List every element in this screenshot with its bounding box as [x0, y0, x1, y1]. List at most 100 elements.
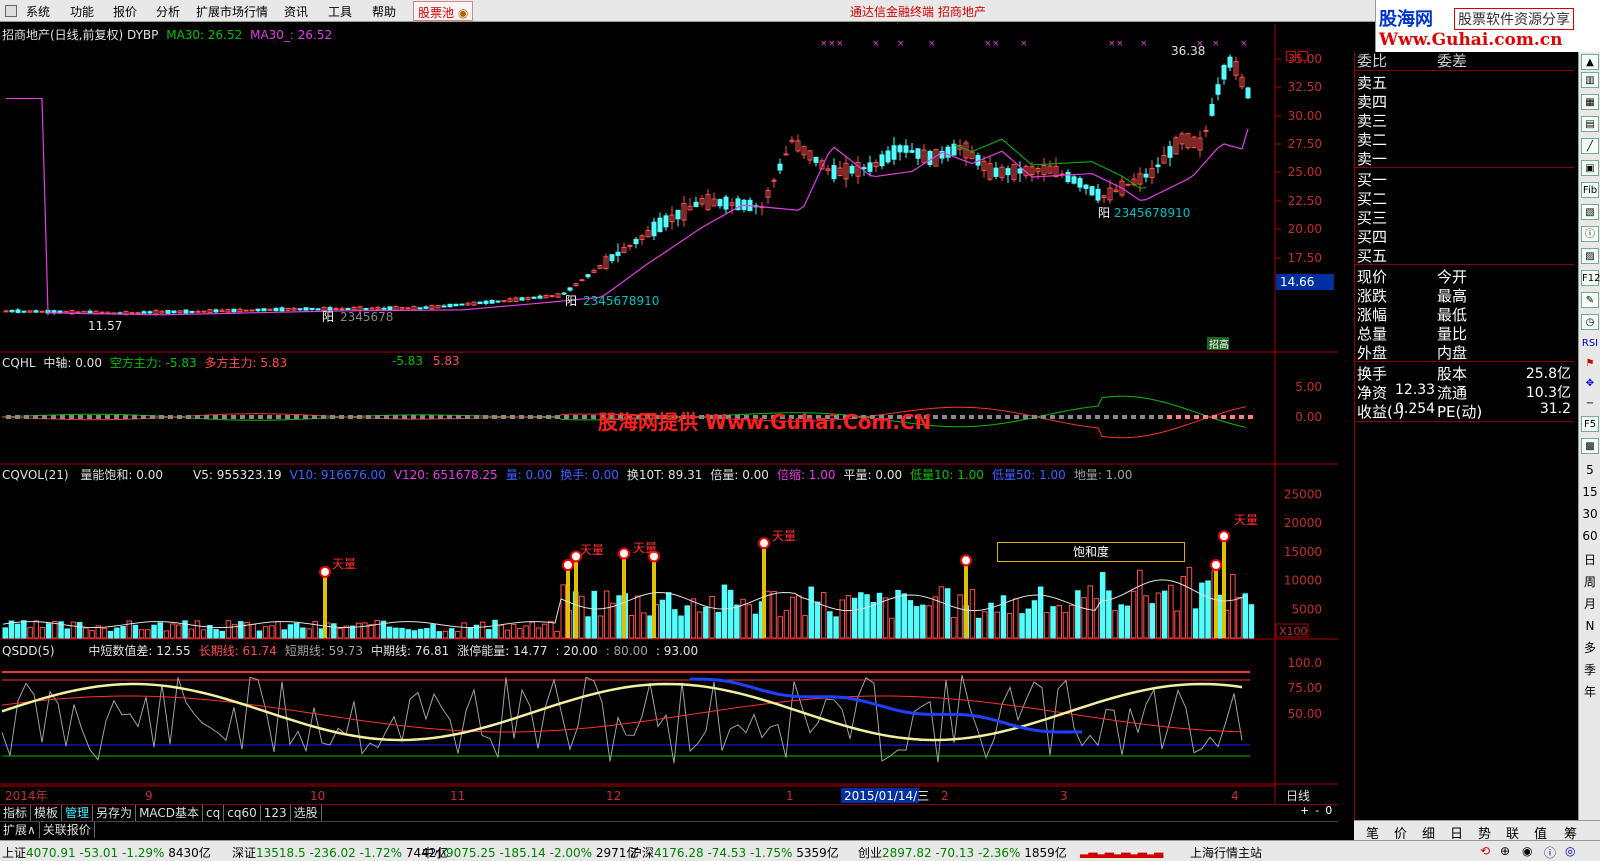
tab-extend[interactable]: 扩展∧ [0, 822, 40, 838]
tab-select-stock[interactable]: 选股 [291, 805, 322, 821]
sell-2: 卖二 [1357, 131, 1388, 149]
tool-zoomout-icon[interactable]: − [1581, 396, 1599, 412]
tool-info-icon[interactable]: ⓘ [1581, 226, 1599, 242]
tool-move-icon[interactable]: ✥ [1581, 376, 1599, 392]
menu-system[interactable]: 系统 [26, 3, 50, 20]
cqhl-bar [384, 415, 389, 419]
volume-marker [618, 547, 630, 560]
period-30min[interactable]: 30 [1581, 506, 1599, 522]
cqhl-bar [429, 415, 434, 419]
tool-scroll-icon[interactable]: ▲ [1581, 54, 1599, 70]
candle [1227, 56, 1233, 68]
candle [1005, 168, 1011, 176]
tab-manage[interactable]: 管理 [62, 805, 94, 821]
candle [993, 167, 999, 177]
tool-flag-icon[interactable]: ⚑ [1581, 356, 1599, 372]
candle [195, 310, 201, 313]
candle [459, 303, 465, 306]
tool-rsi-icon[interactable]: RSI [1581, 336, 1599, 352]
menu-ext-market[interactable]: 扩展市场行情 [196, 3, 268, 20]
tab-related-quote[interactable]: 关联报价 [40, 822, 95, 838]
tool-f10-icon[interactable]: ▣ [1581, 160, 1599, 176]
tool-memo-icon[interactable]: ▧ [1581, 204, 1599, 220]
tab-indicator[interactable]: 指标 [0, 805, 32, 821]
tool-tick-icon[interactable]: ▤ [1581, 116, 1599, 132]
tab-cq[interactable]: cq [203, 805, 225, 821]
server-station[interactable]: 上海行情主站 [1190, 844, 1262, 861]
tool-draw-icon[interactable]: ✎ [1581, 292, 1599, 308]
menu-quote[interactable]: 报价 [113, 3, 137, 20]
refresh-icon[interactable]: ⟲ [1480, 844, 1490, 858]
price-y-tick: 32.50 [1288, 80, 1322, 94]
tab-macd[interactable]: MACD基本 [136, 805, 204, 821]
restore-icon[interactable] [1298, 51, 1308, 61]
tool-fib-icon[interactable]: Fib [1581, 182, 1599, 198]
tab-save-as[interactable]: 另存为 [93, 805, 137, 821]
tool-calc-icon[interactable]: ▨ [1581, 248, 1599, 264]
volume-bar [926, 605, 932, 639]
quote-change: 涨跌 [1357, 287, 1388, 305]
index-sz[interactable]: 深证13518.5 -236.02 -1.72% 7442亿 [232, 844, 448, 861]
cqhl-bar [240, 415, 245, 419]
tianliang-label: 天量 [633, 541, 657, 555]
system-icon[interactable] [5, 5, 17, 17]
period-15min[interactable]: 15 [1581, 484, 1599, 500]
cqhl-bar [438, 415, 443, 419]
tool-line-icon[interactable]: ╱ [1581, 138, 1599, 154]
tab-template[interactable]: 模板 [31, 805, 63, 821]
zoom-out-button[interactable]: - [1315, 804, 1319, 817]
period-week[interactable]: 周 [1581, 574, 1599, 590]
tool-map-icon[interactable]: ▩ [1581, 438, 1599, 454]
tab-cq60[interactable]: cq60 [224, 805, 261, 821]
tool-clock-icon[interactable]: ◷ [1581, 314, 1599, 330]
cqhl-bar [465, 415, 470, 419]
volume-bar [70, 621, 77, 639]
zoom-in-button[interactable]: + [1300, 804, 1309, 817]
period-month[interactable]: 月 [1581, 596, 1599, 612]
period-multi[interactable]: 多 [1581, 640, 1599, 656]
menu-news[interactable]: 资讯 [284, 3, 308, 20]
user-icon[interactable]: ◎ [1565, 844, 1575, 858]
index-sh[interactable]: 上证4070.91 -53.01 -1.29% 8430亿 [2, 844, 211, 861]
index-hs300[interactable]: 沪深4176.28 -74.53 -1.75% 5359亿 [630, 844, 839, 861]
period-60min[interactable]: 60 [1581, 528, 1599, 544]
tool-chart-icon[interactable]: ▦ [1581, 94, 1599, 110]
menu-tools[interactable]: 工具 [328, 3, 352, 20]
stock-pool-button[interactable]: 股票池 ◉ [413, 1, 474, 21]
tab-123[interactable]: 123 [261, 805, 291, 821]
cqhl-long: 多方主力: 5.83 [204, 356, 288, 370]
period-5min[interactable]: 5 [1581, 462, 1599, 478]
info-icon[interactable]: ⓘ [1544, 844, 1556, 861]
volume-bar [250, 623, 256, 639]
candle [609, 254, 615, 262]
menu-analysis[interactable]: 分析 [156, 3, 180, 20]
volume-bar [256, 630, 263, 639]
volume-bar [337, 628, 343, 639]
menu-help[interactable]: 帮助 [372, 3, 396, 20]
tool-f5-icon[interactable]: F5 [1581, 416, 1599, 432]
candle [1077, 178, 1083, 188]
period-day[interactable]: 日 [1581, 552, 1599, 568]
period-n[interactable]: N [1581, 618, 1599, 634]
menu-function[interactable]: 功能 [70, 3, 94, 20]
zoom-reset-button[interactable]: 0 [1325, 804, 1332, 817]
volume-highlight [323, 575, 327, 638]
quote-outer: 外盘 [1357, 344, 1388, 362]
minimize-icon[interactable] [1286, 51, 1296, 61]
sound-icon[interactable]: ◉ [1522, 844, 1532, 858]
volume-bar [1056, 605, 1062, 639]
cqhl-bar [1230, 415, 1235, 419]
ma30b-line [953, 138, 1147, 189]
lock-icon[interactable]: ⊕ [1500, 844, 1510, 858]
chart-area[interactable]: 35.00 32.50 30.00 27.50 25.00 22.50 20.00 17.50… [0, 24, 1338, 804]
tool-kline-icon[interactable]: ▥ [1581, 72, 1599, 88]
tool-f12-icon[interactable]: F12 [1581, 270, 1600, 286]
candle [909, 150, 915, 153]
candle [663, 215, 669, 228]
candle [879, 154, 885, 167]
candle [261, 308, 267, 312]
period-season[interactable]: 季 [1581, 662, 1599, 678]
period-year[interactable]: 年 [1581, 684, 1599, 700]
index-smb[interactable]: 中小9075.25 -185.14 -2.00% 2971亿 [422, 844, 638, 861]
index-gem[interactable]: 创业2897.82 -70.13 -2.36% 1859亿 [858, 844, 1067, 861]
